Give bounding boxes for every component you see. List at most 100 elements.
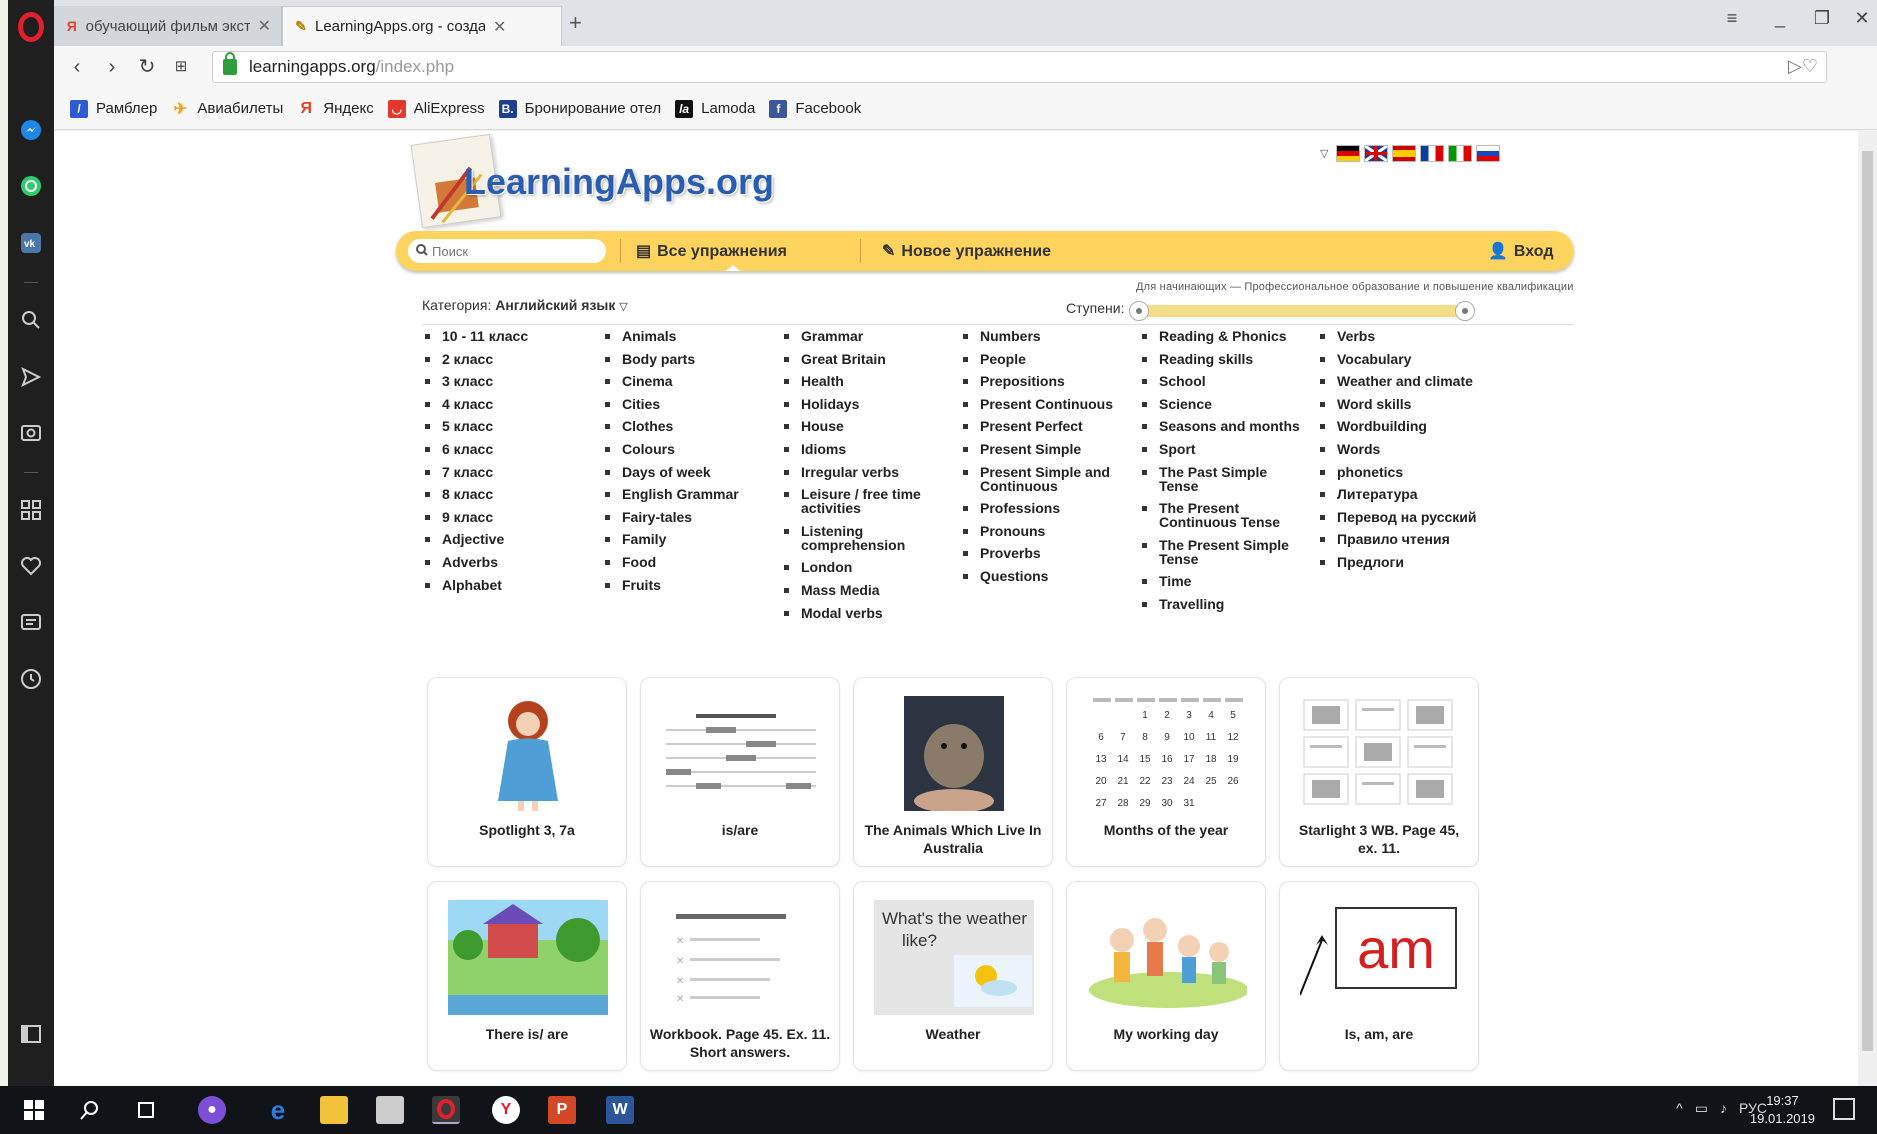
app-card[interactable]: is/are — [640, 677, 840, 867]
category-link[interactable]: Vocabulary — [1317, 352, 1487, 366]
app-card-thumbnail[interactable]: What's the weather like? — [874, 900, 1034, 1015]
flag-uk-icon[interactable] — [1364, 145, 1389, 162]
category-link[interactable]: 4 класс — [422, 397, 592, 411]
file-explorer-icon[interactable] — [320, 1096, 348, 1124]
category-link[interactable]: Health — [781, 374, 951, 388]
category-link[interactable]: Wordbuilding — [1317, 419, 1487, 433]
category-link[interactable]: Verbs — [1317, 329, 1487, 343]
powerpoint-icon[interactable]: P — [548, 1096, 576, 1124]
category-link[interactable]: Food — [602, 555, 772, 569]
category-link[interactable]: Литература — [1317, 487, 1487, 501]
chevron-down-icon[interactable]: ▽ — [619, 301, 627, 313]
app-card-title[interactable]: Starlight 3 WB. Page 45, ex. 11. — [1288, 821, 1470, 857]
new-tab-plus-icon[interactable]: + — [569, 10, 582, 36]
category-link[interactable]: Fruits — [602, 578, 772, 592]
category-link[interactable]: Adverbs — [422, 555, 592, 569]
app-card-title[interactable]: There is/ are — [436, 1025, 618, 1043]
network-icon[interactable]: ▭ — [1695, 1100, 1708, 1117]
category-link[interactable]: Leisure / free time activities — [781, 487, 951, 515]
category-link[interactable]: Reading skills — [1139, 352, 1309, 366]
category-link[interactable]: Правило чтения — [1317, 532, 1487, 546]
category-link[interactable]: Present Simple — [960, 442, 1130, 456]
category-link[interactable]: 2 класс — [422, 352, 592, 366]
app-card[interactable]: What's the weather like? Weather — [853, 881, 1053, 1071]
category-link[interactable]: Present Perfect — [960, 419, 1130, 433]
category-link[interactable]: Present Simple and Continuous — [960, 465, 1130, 493]
menu-new-exercise[interactable]: ✎ Новое упражнение — [882, 241, 1051, 261]
category-link[interactable]: Clothes — [602, 419, 772, 433]
app-card-thumbnail[interactable]: ✕ ✕ ✕ ✕ — [661, 900, 821, 1015]
app-card[interactable]: The Animals Which Live In Australia — [853, 677, 1053, 867]
app-card-title[interactable]: Workbook. Page 45. Ex. 11. Short answers… — [649, 1025, 831, 1061]
close-window-icon[interactable]: ✕ — [1847, 8, 1877, 29]
bookmark-facebook[interactable]: f Facebook — [769, 99, 861, 118]
bookmark-rambler[interactable]: / Рамблер — [70, 99, 157, 118]
app-card[interactable]: 1 2 3 4 5 6 7 8 9 10 11 12 13 14 15 16 17 18 19 20 21 22 23 24 2… — [1066, 677, 1266, 867]
category-link[interactable]: Great Britain — [781, 352, 951, 366]
yandex-browser-icon[interactable]: Y — [492, 1096, 520, 1124]
search-box[interactable] — [408, 239, 606, 263]
level-slider[interactable] — [1129, 301, 1475, 321]
category-link[interactable]: Holidays — [781, 397, 951, 411]
tab-learningapps[interactable]: ✎ LearningApps.org - созда ✕ — [282, 6, 562, 46]
category-link[interactable]: Words — [1317, 442, 1487, 456]
level-slider-max-knob[interactable] — [1455, 301, 1475, 321]
news-icon[interactable] — [17, 608, 45, 636]
bookmark-aviabilety[interactable]: ✈ Авиабилеты — [171, 100, 284, 118]
flag-it-icon[interactable] — [1448, 145, 1473, 162]
app-card-title[interactable]: Months of the year — [1075, 821, 1257, 839]
flow-send-icon[interactable] — [17, 363, 45, 391]
category-link[interactable]: Travelling — [1139, 597, 1309, 611]
bookmark-lamoda[interactable]: la Lamoda — [675, 99, 755, 118]
flag-ru-icon[interactable] — [1476, 145, 1501, 162]
category-link[interactable]: Предлоги — [1317, 555, 1487, 569]
restore-icon[interactable]: ❐ — [1807, 8, 1837, 29]
category-link[interactable]: Modal verbs — [781, 606, 951, 620]
category-link[interactable]: Seasons and months — [1139, 419, 1309, 433]
category-link[interactable]: Listening comprehension — [781, 524, 951, 552]
bookmark-aliexpress[interactable]: ◡ AliExpress — [387, 99, 485, 118]
category-value[interactable]: Английский язык — [495, 297, 615, 313]
category-link[interactable]: Pronouns — [960, 524, 1130, 538]
category-link[interactable]: The Past Simple Tense — [1139, 465, 1309, 493]
category-link[interactable]: Weather and climate — [1317, 374, 1487, 388]
minimize-icon[interactable]: _ — [1765, 8, 1795, 29]
bookmark-yandex[interactable]: Я Яндекс — [297, 100, 374, 118]
messenger-icon[interactable] — [17, 116, 45, 144]
app-card-thumbnail[interactable] — [448, 696, 608, 811]
opera-taskbar-icon[interactable] — [432, 1096, 460, 1124]
menu-login[interactable]: 👤 Вход — [1488, 241, 1553, 261]
edge-icon[interactable]: e — [264, 1095, 292, 1125]
alice-voice-icon[interactable]: ● — [198, 1096, 226, 1124]
category-link[interactable]: Present Continuous — [960, 397, 1130, 411]
category-link[interactable]: Sport — [1139, 442, 1309, 456]
category-link[interactable]: Science — [1139, 397, 1309, 411]
forward-icon[interactable]: › — [99, 54, 125, 80]
app-card-thumbnail[interactable] — [1087, 900, 1247, 1015]
speed-dial-icon[interactable] — [17, 496, 45, 524]
tab-menu-icon[interactable]: ≡ — [1717, 8, 1747, 29]
category-link[interactable]: Prepositions — [960, 374, 1130, 388]
menu-all-exercises[interactable]: ▤ Все упражнения — [636, 241, 787, 261]
opera-logo-icon[interactable] — [18, 12, 44, 42]
whatsapp-icon[interactable] — [17, 172, 45, 200]
tab-yandex-film[interactable]: Я обучающий фильм экстр ✕ — [54, 6, 282, 46]
app-card-title[interactable]: Is, am, are — [1288, 1025, 1470, 1043]
app-card-thumbnail[interactable] — [1300, 696, 1460, 811]
search-icon[interactable] — [17, 306, 45, 334]
store-icon[interactable] — [376, 1096, 404, 1124]
app-card[interactable]: am Is, am, are — [1279, 881, 1479, 1071]
task-view-icon[interactable] — [132, 1096, 160, 1124]
app-card-thumbnail[interactable]: 1 2 3 4 5 6 7 8 9 10 11 12 13 14 15 16 17 18 19 20 21 22 23 24 2… — [1087, 696, 1247, 811]
app-card-title[interactable]: The Animals Which Live In Australia — [862, 821, 1044, 857]
sidebar-toggle-icon[interactable] — [17, 1020, 45, 1048]
app-card[interactable]: Spotlight 3, 7a — [427, 677, 627, 867]
category-link[interactable]: Body parts — [602, 352, 772, 366]
site-logo[interactable]: LearningApps.org — [464, 161, 774, 203]
speed-dial-grid-icon[interactable]: ⊞ — [168, 54, 194, 80]
category-link[interactable]: Adjective — [422, 532, 592, 546]
category-link[interactable]: House — [781, 419, 951, 433]
category-link[interactable]: English Grammar — [602, 487, 772, 501]
vk-icon[interactable]: vk — [17, 229, 45, 257]
tab-close-icon[interactable]: ✕ — [493, 17, 506, 37]
